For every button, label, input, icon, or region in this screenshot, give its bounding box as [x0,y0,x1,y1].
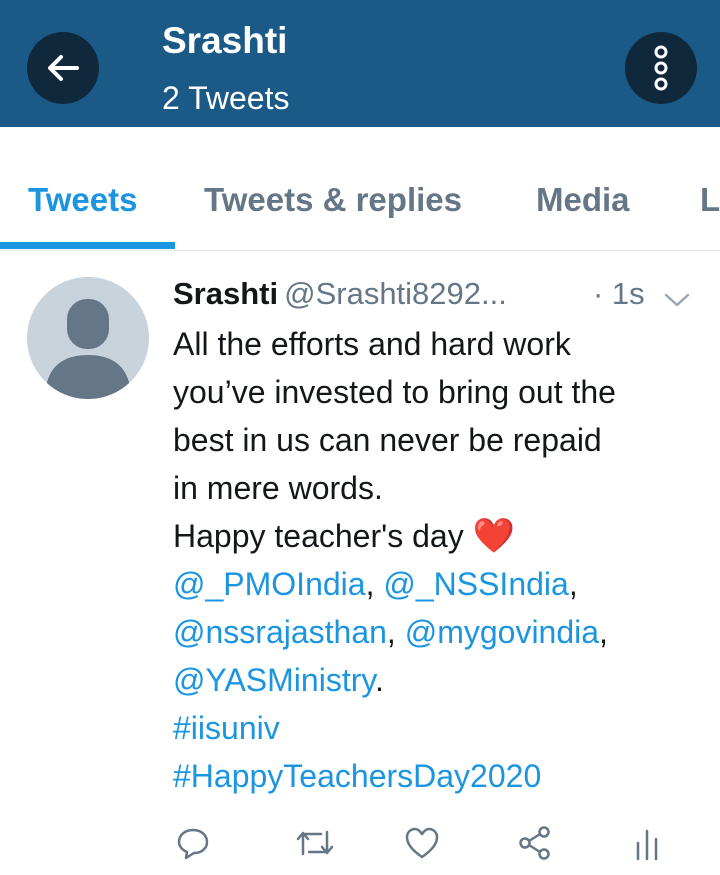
tweet-author-name[interactable]: Srashti [173,276,278,311]
mention-link[interactable]: @YASMinistry [173,662,375,698]
tweet-text-line: #HappyTeachersDay2020 [173,752,708,800]
tab-tweets[interactable]: Tweets [28,181,137,219]
default-avatar-icon [45,299,131,399]
red-heart-emoji-icon: ❤️ [472,517,515,555]
tweet-text: All the efforts and hard work you’ve inv… [173,320,708,800]
tweet-header: Srashti @Srashti8292... · 1s [173,276,693,316]
hashtag-link[interactable]: #iisuniv [173,710,280,746]
tweet-text-line: in mere words. [173,470,383,506]
tweet-text-segment: Happy teacher's day [173,518,464,554]
reply-icon [177,828,209,860]
tweet-text-line: All the efforts and hard work [173,326,571,362]
profile-tabs: Tweets Tweets & replies Media L [0,127,720,251]
tweet-text-line: you’ve invested to bring out the [173,374,616,410]
tweet-text-line: best in us can never be repaid [173,422,602,458]
mention-link[interactable]: @_PMOIndia [173,566,366,602]
mention-link[interactable]: @mygovindia [405,614,599,650]
reply-button[interactable] [168,818,218,868]
more-options-button[interactable] [625,32,697,104]
punctuation: . [374,662,384,698]
mention-link[interactable]: @nssrajasthan [173,614,387,650]
profile-name-title: Srashti [162,20,288,61]
tweet-author-handle[interactable]: @Srashti8292... [284,276,507,311]
punctuation: , [599,614,608,650]
punctuation: , [365,566,375,602]
tweet-text-line: @YASMinistry. [173,656,708,704]
share-button[interactable] [510,818,560,868]
like-icon [405,827,439,859]
share-icon [519,826,550,860]
punctuation: , [386,614,396,650]
tweet-menu-button[interactable] [663,282,691,318]
back-button[interactable] [27,32,99,104]
tab-media[interactable]: Media [536,181,630,219]
analytics-icon [636,829,658,861]
tweet-text-line: @_PMOIndia, @_NSSIndia, [173,560,708,608]
more-vertical-icon [654,45,668,91]
retweet-icon [296,830,334,856]
tweet-count: 2 Tweets [162,80,290,116]
chevron-down-icon [664,293,690,307]
tab-tweets-replies[interactable]: Tweets & replies [204,181,462,219]
retweet-button[interactable] [290,818,340,868]
tweet-text-line: Happy teacher's day ❤️ [173,512,708,560]
avatar[interactable] [27,277,149,399]
punctuation: , [568,566,578,602]
like-button[interactable] [397,818,447,868]
active-tab-indicator [0,242,175,249]
arrow-left-icon [48,55,79,81]
tab-likes[interactable]: L [700,181,720,219]
tweet-text-line: #iisuniv [173,704,708,752]
mention-link[interactable]: @_NSSIndia [383,566,568,602]
hashtag-link[interactable]: #HappyTeachersDay2020 [173,758,541,794]
tweet-timestamp[interactable]: · 1s [593,276,645,312]
tweet-text-line: @nssrajasthan, @mygovindia, [173,608,708,656]
tweet-actions [0,818,720,868]
profile-header: Srashti 2 Tweets [0,0,720,127]
analytics-button[interactable] [622,818,672,868]
